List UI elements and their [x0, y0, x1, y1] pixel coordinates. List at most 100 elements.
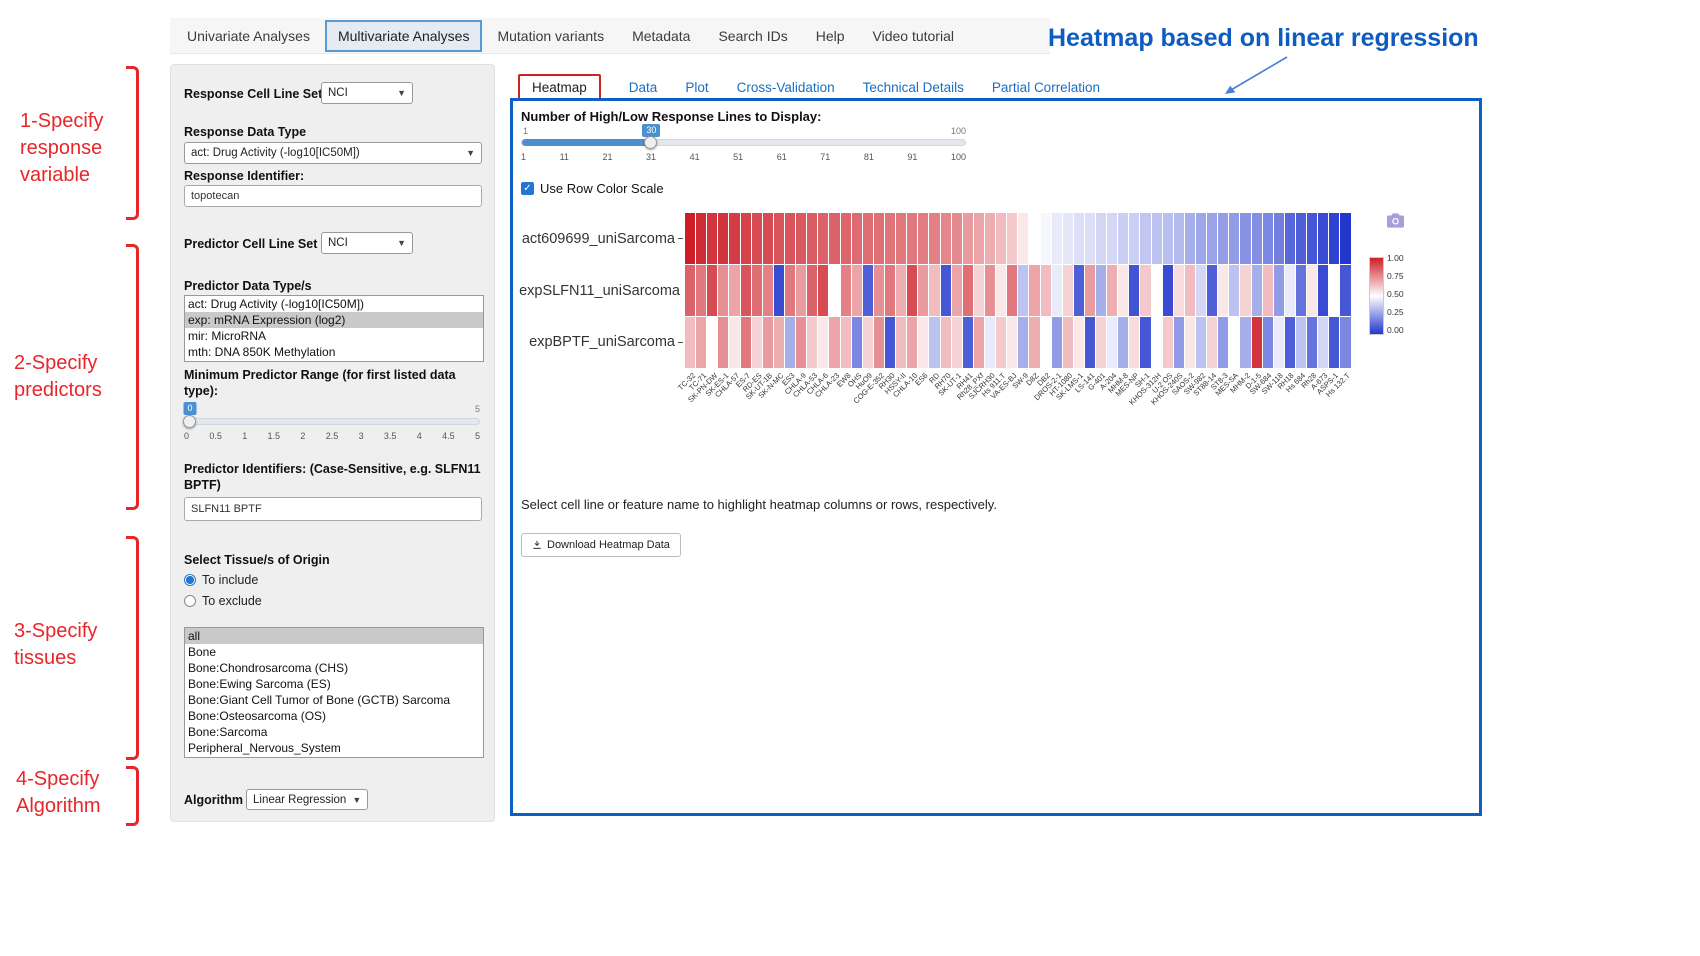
heatmap-cell[interactable] — [907, 213, 917, 264]
heatmap-cell[interactable] — [1207, 213, 1217, 264]
response-cell-line-set-select[interactable]: NCI ▼ — [321, 82, 413, 104]
heatmap-cell[interactable] — [1140, 213, 1150, 264]
heatmap-cell[interactable] — [1096, 265, 1106, 316]
predictor-identifiers-input[interactable] — [184, 497, 482, 521]
heatmap-cell[interactable] — [741, 213, 751, 264]
heatmap-cell[interactable] — [1152, 317, 1162, 368]
heatmap-cell[interactable] — [685, 265, 695, 316]
heatmap-cell[interactable] — [1129, 317, 1139, 368]
heatmap-cell[interactable] — [1207, 265, 1217, 316]
heatmap-cell[interactable] — [1118, 265, 1128, 316]
heatmap-cell[interactable] — [1274, 213, 1284, 264]
heatmap-cell[interactable] — [1252, 317, 1262, 368]
heatmap-cell[interactable] — [918, 265, 928, 316]
heatmap-cell[interactable] — [785, 265, 795, 316]
heatmap-cell[interactable] — [1274, 265, 1284, 316]
heatmap-cell[interactable] — [1307, 213, 1317, 264]
heatmap-cell[interactable] — [974, 213, 984, 264]
heatmap-cell[interactable] — [1029, 213, 1039, 264]
heatmap-cell[interactable] — [1307, 265, 1317, 316]
heatmap-cell[interactable] — [1196, 317, 1206, 368]
heatmap-cell[interactable] — [896, 265, 906, 316]
tissue-option[interactable]: Bone:Ewing Sarcoma (ES) — [185, 676, 483, 692]
heatmap-cell[interactable] — [1329, 213, 1339, 264]
heatmap-cell[interactable] — [1007, 317, 1017, 368]
slider-handle[interactable] — [183, 415, 196, 428]
heatmap-cell[interactable] — [1063, 265, 1073, 316]
tissue-option[interactable]: Bone:Giant Cell Tumor of Bone (GCTB) Sar… — [185, 692, 483, 708]
heatmap-cell[interactable] — [1229, 265, 1239, 316]
heatmap-cell[interactable] — [796, 213, 806, 264]
heatmap-cell[interactable] — [974, 317, 984, 368]
heatmap-cell[interactable] — [729, 265, 739, 316]
heatmap-cell[interactable] — [963, 213, 973, 264]
tissue-option[interactable]: all — [185, 628, 483, 644]
heatmap-cell[interactable] — [696, 317, 706, 368]
heatmap-cell[interactable] — [1085, 265, 1095, 316]
heatmap-cell[interactable] — [896, 213, 906, 264]
heatmap-cell[interactable] — [1296, 265, 1306, 316]
heatmap-cell[interactable] — [785, 317, 795, 368]
heatmap-cell[interactable] — [885, 213, 895, 264]
heatmap-cell[interactable] — [685, 317, 695, 368]
tissue-include-radio[interactable]: To include — [184, 573, 258, 587]
heatmap-cell[interactable] — [874, 265, 884, 316]
heatmap-cell[interactable] — [1018, 317, 1028, 368]
camera-download-icon[interactable] — [1387, 213, 1404, 233]
heatmap-cell[interactable] — [1285, 265, 1295, 316]
heatmap-cell[interactable] — [941, 317, 951, 368]
result-tab[interactable]: Plot — [685, 80, 708, 95]
heatmap-cell[interactable] — [1340, 265, 1350, 316]
heatmap-cell[interactable] — [1085, 213, 1095, 264]
heatmap-cell[interactable] — [1340, 317, 1350, 368]
heatmap-cell[interactable] — [929, 317, 939, 368]
heatmap-cell[interactable] — [963, 265, 973, 316]
heatmap-cell[interactable] — [763, 265, 773, 316]
heatmap-cell[interactable] — [1296, 317, 1306, 368]
result-tab[interactable]: Cross-Validation — [737, 80, 835, 95]
heatmap-cell[interactable] — [985, 317, 995, 368]
heatmap-cell[interactable] — [1052, 265, 1062, 316]
heatmap-cell[interactable] — [718, 213, 728, 264]
slider-track[interactable] — [184, 418, 480, 425]
nav-tab[interactable]: Metadata — [619, 20, 703, 52]
heatmap-cell[interactable] — [1196, 265, 1206, 316]
heatmap-cell[interactable] — [1107, 317, 1117, 368]
nav-tab[interactable]: Help — [803, 20, 858, 52]
heatmap-cell[interactable] — [763, 213, 773, 264]
heatmap-cell[interactable] — [829, 213, 839, 264]
heatmap-cell[interactable] — [1207, 317, 1217, 368]
heatmap-cell[interactable] — [829, 265, 839, 316]
result-tab[interactable]: Heatmap — [518, 74, 601, 101]
heatmap-row-label[interactable]: expBPTF_uniSarcoma — [521, 316, 683, 368]
heatmap-cell[interactable] — [1152, 265, 1162, 316]
heatmap-cell[interactable] — [696, 213, 706, 264]
heatmap-cell[interactable] — [1285, 213, 1295, 264]
heatmap-cell[interactable] — [974, 265, 984, 316]
heatmap-cell[interactable] — [752, 265, 762, 316]
tissue-option[interactable]: Bone — [185, 644, 483, 660]
heatmap-cell[interactable] — [1018, 265, 1028, 316]
heatmap-cell[interactable] — [1252, 265, 1262, 316]
heatmap-cell[interactable] — [1274, 317, 1284, 368]
predictor-data-type-option[interactable]: mir: MicroRNA — [185, 328, 483, 344]
heatmap-cell[interactable] — [1229, 317, 1239, 368]
heatmap-cell[interactable] — [1240, 213, 1250, 264]
heatmap-cell[interactable] — [1263, 213, 1273, 264]
heatmap-cell[interactable] — [863, 317, 873, 368]
heatmap-cell[interactable] — [863, 213, 873, 264]
heatmap-cell[interactable] — [1041, 213, 1051, 264]
heatmap-cell[interactable] — [1052, 213, 1062, 264]
heatmap-cell[interactable] — [1218, 317, 1228, 368]
heatmap-cell[interactable] — [1063, 317, 1073, 368]
heatmap-cell[interactable] — [1140, 317, 1150, 368]
predictor-cell-line-set-select[interactable]: NCI ▼ — [321, 232, 413, 254]
heatmap-cell[interactable] — [885, 265, 895, 316]
heatmap-cell[interactable] — [874, 213, 884, 264]
heatmap-cell[interactable] — [1107, 213, 1117, 264]
heatmap-cell[interactable] — [1318, 213, 1328, 264]
predictor-data-type-option[interactable]: exp: mRNA Expression (log2) — [185, 312, 483, 328]
heatmap-cell[interactable] — [685, 213, 695, 264]
tissue-option[interactable]: Bone:Osteosarcoma (OS) — [185, 708, 483, 724]
heatmap-cell[interactable] — [1340, 213, 1350, 264]
